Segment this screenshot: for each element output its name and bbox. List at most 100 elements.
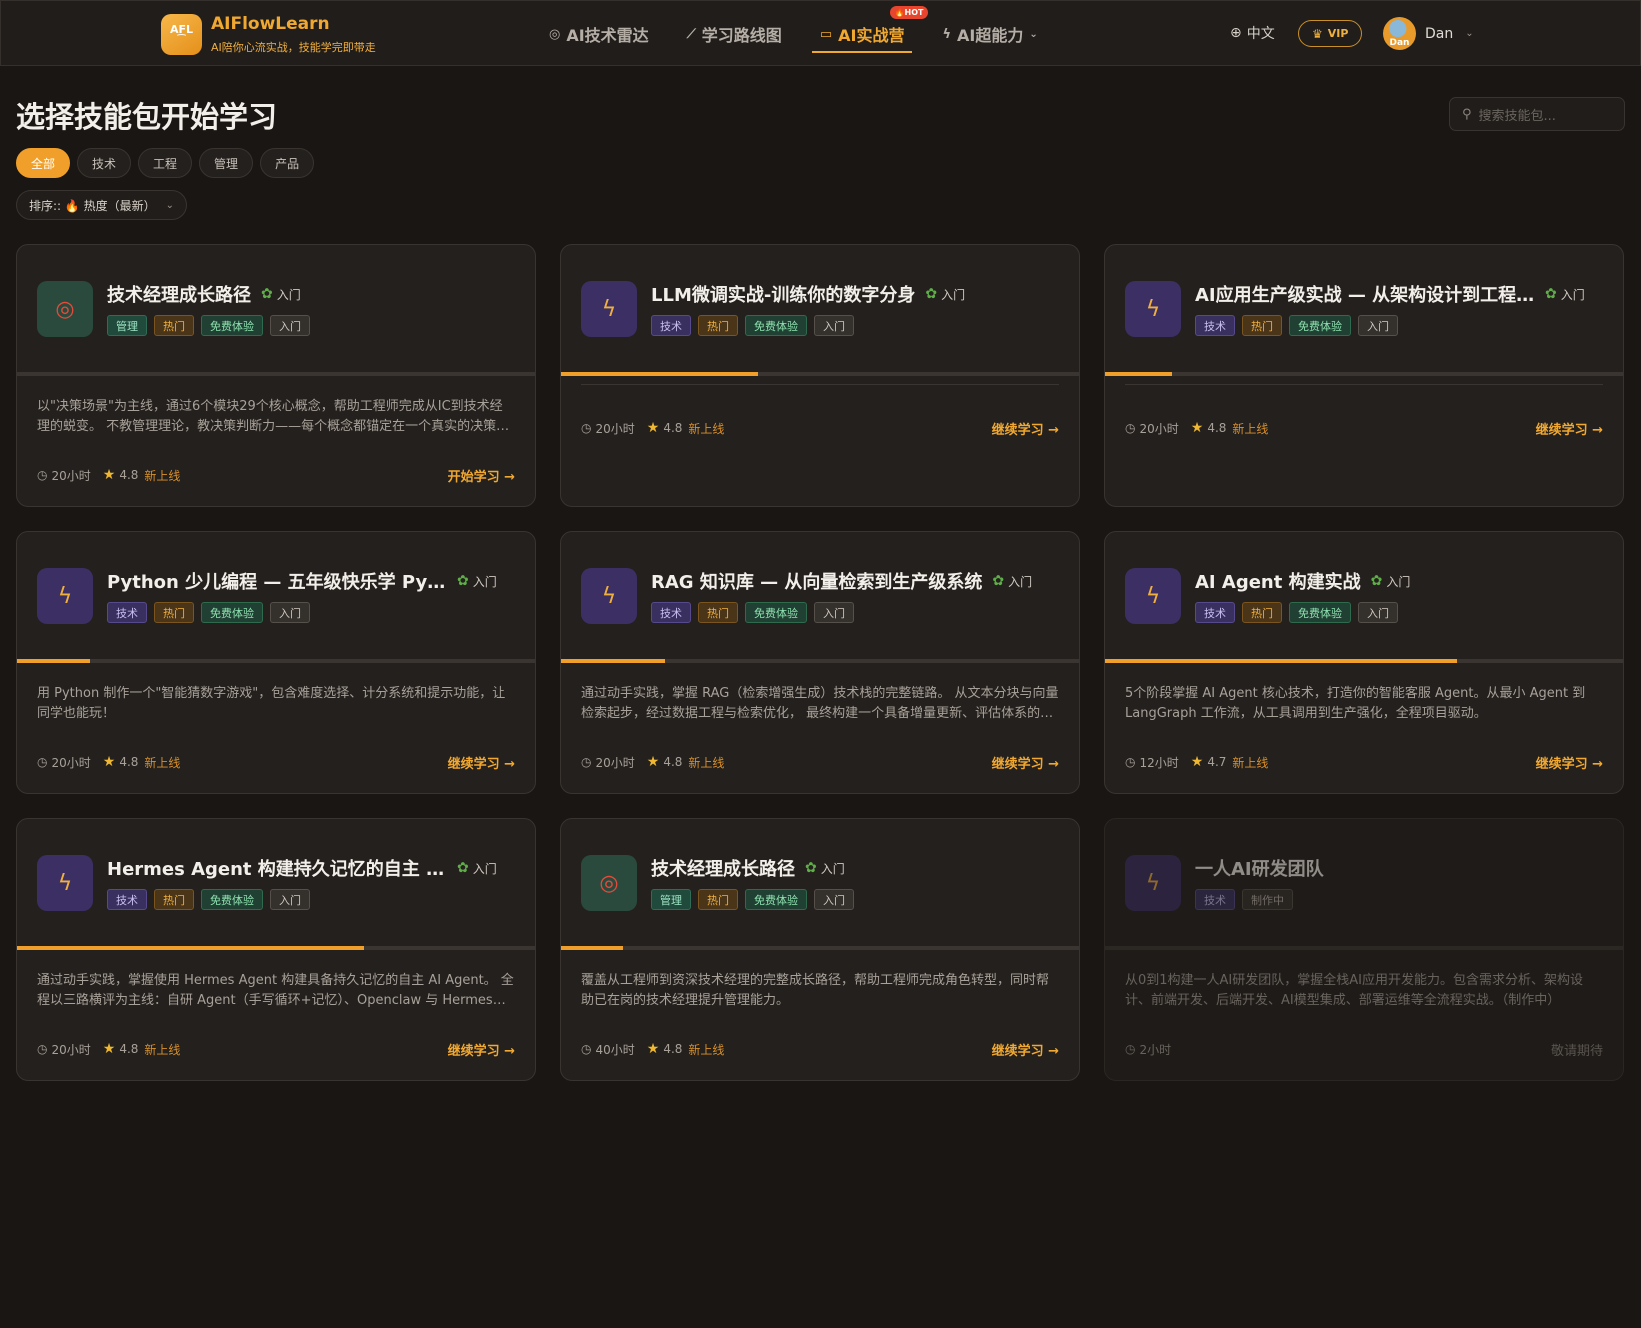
tag-level: 入门	[270, 889, 310, 910]
tag-hot: 热门	[698, 602, 738, 623]
chevron-down-icon: ⌄	[1465, 28, 1474, 39]
tag-level: 入门	[270, 315, 310, 336]
progress-bar	[17, 659, 535, 663]
card-title: RAG 知识库 — 从向量检索到生产级系统	[651, 572, 983, 593]
skill-card[interactable]: ϟ 一人AI研发团队 技术 制作中 从0到1构建一人AI研发团队，掌握全栈AI应用…	[1104, 818, 1624, 1081]
tag-free: 免费体验	[1289, 602, 1351, 623]
tag-hot: 热门	[1242, 315, 1282, 336]
search-input[interactable]: ⚲ 搜索技能包...	[1449, 97, 1625, 131]
card-footer: ◷ 20小时 ★ 4.8 新上线 继续学习 →	[1125, 417, 1603, 439]
card-footer: ◷ 2小时 敬请期待	[1125, 1038, 1603, 1060]
rating: ★ 4.8 新上线	[646, 1041, 725, 1057]
tag-mgmt: 管理	[651, 889, 691, 910]
avatar: Dan	[1383, 17, 1416, 50]
duration: ◷ 20小时	[1125, 421, 1179, 436]
bolt-icon: ϟ	[942, 26, 952, 42]
duration: ◷ 40小时	[581, 1042, 635, 1057]
sort-dropdown[interactable]: 排序:: 🔥 热度（最新） ⌄	[16, 190, 188, 220]
search-placeholder: 搜索技能包...	[1478, 108, 1556, 124]
tag-mgmt: 管理	[107, 315, 147, 336]
status-label: 新上线	[1232, 421, 1269, 436]
card-description: 覆盖从工程师到资深技术经理的完整成长路径，帮助工程师完成角色转型，同时帮助已在岗…	[581, 973, 1050, 1008]
learn-button[interactable]: 继续学习 →	[448, 753, 515, 772]
card-footer: ◷ 20小时 ★ 4.8 新上线 继续学习 →	[37, 751, 515, 773]
brand-slogan: AI陪你心流实战，技能学完即带走	[211, 41, 376, 54]
rating: ★ 4.8 新上线	[102, 1041, 181, 1057]
tag-list: 管理 热门 免费体验 入门	[651, 889, 1059, 910]
brand[interactable]: AFL ⁀ AIFlowLearn AI陪你心流实战，技能学完即带走	[161, 14, 376, 55]
duration: ◷ 20小时	[37, 1042, 91, 1057]
user-menu[interactable]: Dan Dan ⌄	[1383, 17, 1474, 50]
learn-button[interactable]: 继续学习 →	[1536, 753, 1603, 772]
card-description: 用 Python 制作一个"智能猜数字游戏"，包含难度选择、计分系统和提示功能，…	[37, 686, 506, 721]
camp-icon: ▭	[819, 26, 833, 42]
sprout-icon: ✿	[805, 860, 817, 876]
tag-tech: 技术	[107, 889, 147, 910]
learn-button[interactable]: 继续学习 →	[992, 419, 1059, 438]
timer-icon: ◷	[1125, 755, 1136, 769]
vip-button[interactable]: ♛ VIP	[1298, 20, 1363, 47]
learn-button[interactable]: 继续学习 →	[992, 753, 1059, 772]
tag-tech: 技术	[1195, 889, 1235, 910]
learn-button[interactable]: 继续学习 →	[1536, 419, 1603, 438]
timer-icon: ◷	[581, 755, 592, 769]
nav-item-bootcamp[interactable]: ▭ AI实战营 🔥HOT	[811, 1, 929, 67]
tag-free: 免费体验	[745, 889, 807, 910]
filter-product[interactable]: 产品	[260, 148, 315, 178]
timer-icon: ◷	[581, 421, 592, 435]
card-description: 5个阶段掌握 AI Agent 核心技术，打造你的智能客服 Agent。从最小 …	[1125, 686, 1586, 721]
chevron-down-icon: ⌄	[1029, 28, 1038, 40]
status-label: 新上线	[688, 755, 725, 770]
tag-hot: 热门	[154, 602, 194, 623]
skill-card[interactable]: ◎ 技术经理成长路径 ✿ 入门 管理 热门 免费体验 入门 覆盖从工程师到资深技术经理的…	[560, 818, 1080, 1081]
card-title: Hermes Agent 构建持久记忆的自主 AI Agent	[107, 859, 447, 880]
card-description: 通过动手实践，掌握 RAG（检索增强生成）技术栈的完整链路。 从文本分块与向量检…	[581, 686, 1059, 721]
skill-card[interactable]: ϟ Python 少儿编程 — 五年级快乐学 Python ✿ 入门 技术 热门 免费…	[16, 531, 536, 794]
skill-card[interactable]: ϟ LLM微调实战-训练你的数字分身 ✿ 入门 技术 热门 免费体验 入门 ◷ 20小时 …	[560, 244, 1080, 507]
filter-all[interactable]: 全部	[16, 148, 71, 178]
skill-card[interactable]: ϟ AI Agent 构建实战 ✿ 入门 技术 热门 免费体验 入门 5个阶段掌握 AI…	[1104, 531, 1624, 794]
category-filters: 全部 技术 工程 管理 产品	[16, 148, 321, 178]
learn-button[interactable]: 继续学习 →	[992, 1040, 1059, 1059]
sprout-icon: ✿	[261, 286, 273, 302]
card-footer: ◷ 12小时 ★ 4.7 新上线 继续学习 →	[1125, 751, 1603, 773]
nav-item-roadmap[interactable]: ⟋ 学习路线图	[687, 1, 782, 67]
filter-engineering[interactable]: 工程	[138, 148, 193, 178]
brand-name: AIFlowLearn	[211, 14, 330, 34]
bolt-icon: ϟ	[1125, 281, 1181, 337]
level-label: ✿ 入门	[1370, 573, 1411, 589]
level-label: ✿ 入门	[1545, 286, 1585, 302]
skill-card[interactable]: ◎ 技术经理成长路径 ✿ 入门 管理 热门 免费体验 入门 以"决策场景"为主线，通过6…	[16, 244, 536, 507]
skill-card[interactable]: ϟ Hermes Agent 构建持久记忆的自主 AI Agent ✿入门 技术…	[16, 818, 536, 1081]
tag-free: 免费体验	[201, 889, 263, 910]
filter-management[interactable]: 管理	[199, 148, 254, 178]
sprout-icon: ✿	[1370, 573, 1383, 589]
learn-button[interactable]: 开始学习 →	[448, 466, 515, 485]
tag-making: 制作中	[1242, 889, 1293, 910]
nav-item-tech-radar[interactable]: ◎ AI技术雷达	[549, 1, 649, 67]
progress-bar	[1105, 659, 1623, 663]
star-icon: ★	[646, 420, 660, 436]
filter-tech[interactable]: 技术	[77, 148, 132, 178]
sprout-icon: ✿	[457, 860, 469, 876]
skill-card[interactable]: ϟ RAG 知识库 — 从向量检索到生产级系统 ✿ 入门 技术 热门 免费体验 入门 通…	[560, 531, 1080, 794]
target-icon: ◎	[581, 855, 637, 911]
timer-icon: ◷	[1125, 421, 1136, 435]
skill-card[interactable]: ϟ AI应用生产级实战 — 从架构设计到工程落地 ✿ 入门 技术 热门 免费体验 入门 …	[1104, 244, 1624, 507]
tag-list: 技术 热门 免费体验 入门	[651, 315, 1059, 336]
chevron-down-icon: ⌄	[165, 199, 175, 211]
duration: ◷ 20小时	[37, 755, 91, 770]
tag-hot: 热门	[154, 315, 194, 336]
language-switcher[interactable]: ⊕ 中文	[1230, 23, 1275, 43]
tag-level: 入门	[1358, 602, 1398, 623]
tag-level: 入门	[1358, 315, 1398, 336]
tag-list: 技术 热门 免费体验 入门	[1195, 602, 1603, 623]
sprout-icon: ✿	[992, 573, 1005, 589]
sprout-icon: ✿	[1545, 286, 1557, 302]
nav-item-superpower[interactable]: ϟ AI超能力 ⌄	[942, 1, 1037, 67]
tag-tech: 技术	[651, 602, 691, 623]
radar-icon: ◎	[549, 26, 561, 42]
duration: ◷ 2小时	[1125, 1042, 1172, 1057]
learn-button[interactable]: 继续学习 →	[448, 1040, 515, 1059]
tag-free: 免费体验	[201, 602, 263, 623]
